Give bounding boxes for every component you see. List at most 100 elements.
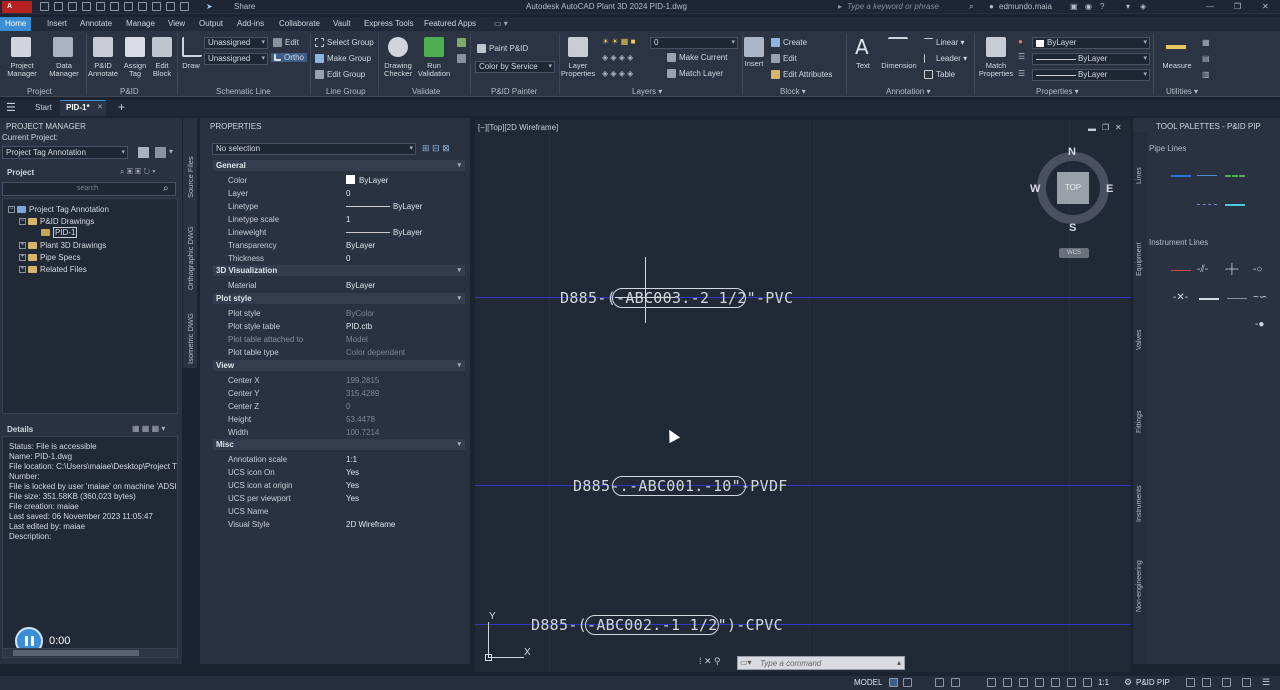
project-manager-button[interactable]: Project Manager <box>2 62 42 78</box>
close-icon[interactable]: ✕ <box>1262 0 1269 14</box>
pid-annotate-icon[interactable] <box>93 37 113 57</box>
pipe-line-tool[interactable] <box>1225 175 1245 177</box>
draw-line-icon[interactable] <box>182 37 202 57</box>
project-manager-icon[interactable] <box>11 37 31 57</box>
prop-value[interactable]: ByLayer <box>393 202 422 211</box>
palette-tab-equipment[interactable]: Equipment <box>1136 243 1143 276</box>
table-button[interactable]: Table <box>924 70 955 80</box>
share-icon[interactable]: ➤ <box>206 0 213 14</box>
app-store-icon[interactable]: ◈ <box>1140 0 1146 14</box>
utility-icon-3[interactable]: ▥ <box>1202 70 1210 79</box>
instrument-line-tool[interactable]: -┼- <box>1225 264 1239 275</box>
assign-tag-icon[interactable] <box>125 37 145 57</box>
tab-output[interactable]: Output <box>199 17 223 31</box>
expand-icon[interactable]: + <box>19 266 26 274</box>
prop-value[interactable]: 2D Wireframe <box>346 520 395 529</box>
viewport-controls[interactable]: [−][Top][2D Wireframe] <box>478 123 558 132</box>
section-plot-style[interactable]: Plot style <box>213 293 465 304</box>
hardware-acceleration-icon[interactable] <box>1202 678 1211 687</box>
color-wheel-icon[interactable]: ● <box>1018 37 1023 46</box>
user-icon[interactable]: ● <box>989 0 994 14</box>
annotation-visibility-icon[interactable] <box>1067 678 1076 687</box>
tab-featured-apps[interactable]: Featured Apps <box>424 17 476 31</box>
tab-vault[interactable]: Vault <box>333 17 351 31</box>
insert-block-icon[interactable] <box>744 37 764 57</box>
color-select[interactable]: ByLayer <box>1032 37 1150 49</box>
prop-value[interactable]: PID.ctb <box>346 322 372 331</box>
project-menu-icon[interactable]: ▾ <box>169 147 173 156</box>
prop-value[interactable]: 1 <box>346 215 350 224</box>
hamburger-menu-icon[interactable]: ☰ <box>6 101 16 114</box>
search-icon[interactable]: ⌕ <box>969 0 973 14</box>
project-search-input[interactable]: search ⌕ <box>2 182 176 196</box>
wcs-button[interactable]: WCS <box>1059 248 1089 258</box>
help-icon[interactable]: ? <box>1100 0 1104 14</box>
plot-style-icon[interactable] <box>180 2 189 11</box>
compass-s[interactable]: S <box>1069 222 1076 234</box>
instrument-line-tool[interactable]: ~∽ <box>1253 292 1267 303</box>
measure-icon[interactable] <box>1166 45 1186 49</box>
web-icon[interactable] <box>96 2 105 11</box>
utility-icon-2[interactable]: ▤ <box>1202 54 1210 63</box>
paint-pid-button[interactable]: Paint P&ID <box>477 44 528 54</box>
undo-icon[interactable] <box>138 2 147 11</box>
tree-pipe-specs[interactable]: + Pipe Specs <box>19 253 80 262</box>
edit-line-button[interactable]: Edit <box>273 38 299 48</box>
instrument-line-tool[interactable]: -✕- <box>1173 292 1188 303</box>
instrument-line-tool[interactable] <box>1171 270 1191 271</box>
tab-view[interactable]: View <box>168 17 185 31</box>
prop-value[interactable]: Yes <box>346 481 359 490</box>
color-by-service-select[interactable]: Color by Service <box>475 61 555 73</box>
tab-close-icon[interactable]: ✕ <box>97 103 103 111</box>
transparency-toggle-icon[interactable] <box>1035 678 1044 687</box>
model-space-button[interactable]: MODEL <box>854 678 882 687</box>
make-group-button[interactable]: Make Group <box>315 54 371 64</box>
tree-plant3d-drawings[interactable]: + Plant 3D Drawings <box>19 241 106 250</box>
isolate-objects-icon[interactable] <box>1186 678 1195 687</box>
tab-insert[interactable]: Insert <box>47 17 67 31</box>
prop-value[interactable]: Yes <box>346 468 359 477</box>
instrument-line-tool[interactable]: -⫽- <box>1197 264 1208 275</box>
command-history-icon[interactable]: ▴ <box>897 658 901 667</box>
tab-express-tools[interactable]: Express Tools <box>364 17 414 31</box>
details-toolbar-icons[interactable]: ▦ ▦ ▦ ▾ <box>132 424 165 433</box>
layer-tools-row2[interactable]: ◈ ◈ ◈ ◈ <box>602 69 633 78</box>
palette-tab-lines[interactable]: Lines <box>1136 167 1143 184</box>
section-misc[interactable]: Misc <box>213 439 465 450</box>
palette-tab-valves[interactable]: Valves <box>1136 330 1143 351</box>
lineweight-icon[interactable]: ☰ <box>1018 52 1025 61</box>
user-name[interactable]: edmundo.maia <box>999 0 1052 14</box>
layer-state-icons[interactable]: ☀ ☀ ▦ ■ <box>602 37 635 46</box>
edit-block-icon[interactable] <box>152 37 172 57</box>
tab-orthographic-dwg[interactable]: Orthographic DWG <box>186 226 195 290</box>
tab-source-files[interactable]: Source Files <box>186 156 195 198</box>
viewport-close-icon[interactable]: ✕ <box>1115 123 1122 132</box>
text-button[interactable]: Text <box>850 62 876 70</box>
autoscale-icon[interactable] <box>1083 678 1092 687</box>
dimension-icon[interactable] <box>888 37 908 57</box>
make-current-button[interactable]: Make Current <box>667 53 727 63</box>
collapse-icon[interactable]: − <box>8 206 15 214</box>
line-group-select[interactable]: Unassigned <box>204 53 268 65</box>
tree-pid-drawings[interactable]: − P&ID Drawings <box>19 217 94 226</box>
create-block-button[interactable]: Create <box>771 38 807 48</box>
pid-annotate-button[interactable]: P&ID Annotate <box>85 62 121 78</box>
project-settings-icon[interactable] <box>155 147 166 158</box>
prop-value[interactable]: 0 <box>346 254 350 263</box>
linear-button[interactable]: Linear ▾ <box>924 38 965 47</box>
search-arrow-icon[interactable]: ▸ <box>838 0 842 14</box>
match-layer-button[interactable]: Match Layer <box>667 69 723 79</box>
edit-group-button[interactable]: Edit Group <box>315 70 365 80</box>
plot-icon[interactable] <box>124 2 133 11</box>
panel-utilities[interactable]: Utilities ▾ <box>1166 87 1198 96</box>
panel-annotation[interactable]: Annotation ▾ <box>886 87 931 96</box>
section-3d-visualization[interactable]: 3D Visualization <box>213 265 465 276</box>
edit-block-button[interactable]: Edit Block <box>146 62 178 78</box>
pipe-line-tool[interactable] <box>1197 175 1217 176</box>
tree-root[interactable]: − Project Tag Annotation <box>8 205 109 214</box>
collapse-icon[interactable]: − <box>19 218 26 226</box>
tab-start[interactable]: Start <box>35 103 52 112</box>
prop-value[interactable]: Yes <box>346 494 359 503</box>
annotation-scale-button[interactable]: 1:1 <box>1098 678 1109 687</box>
help-dropdown-icon[interactable]: ▾ <box>1126 0 1130 14</box>
